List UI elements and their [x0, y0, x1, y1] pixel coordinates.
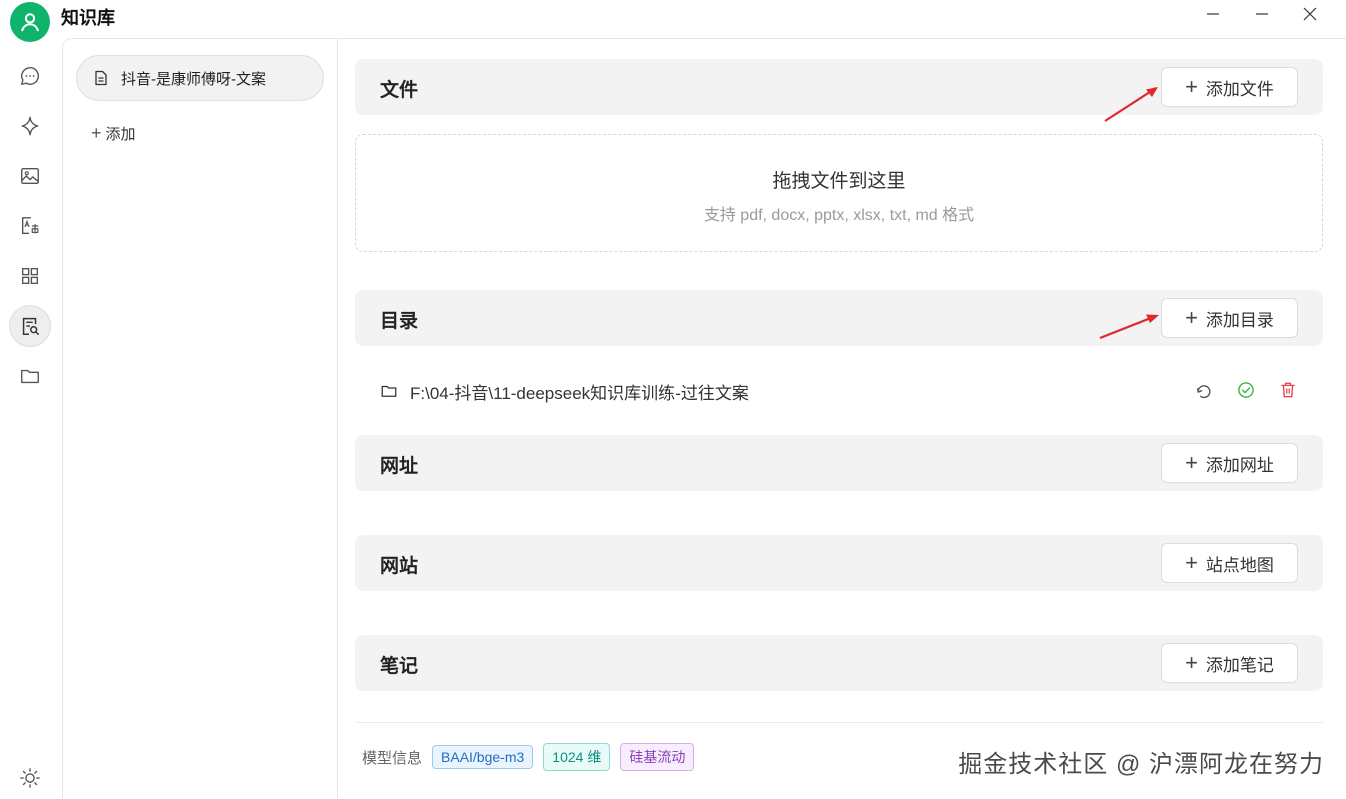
directory-item: F:\04-抖音\11-deepseek知识库训练-过往文案 [380, 376, 1298, 406]
knowledge-base-item[interactable]: 抖音-是康师傅呀-文案 [76, 55, 324, 101]
directory-section-header: 目录 + 添加目录 [355, 290, 1323, 346]
delete-icon[interactable] [1278, 380, 1298, 400]
dropzone-subtitle: 支持 pdf, docx, pptx, xlsx, txt, md 格式 [703, 207, 975, 224]
folder-icon [380, 382, 398, 400]
folder-icon [21, 369, 39, 384]
close-icon [1303, 7, 1317, 21]
sparkle-icon [21, 116, 39, 136]
embedding-model-tag: BAAI/bge-m3 [432, 745, 534, 769]
annotation-arrow [1099, 314, 1159, 340]
close-button[interactable] [1290, 2, 1330, 26]
add-file-label: 添加文件 [1205, 79, 1274, 99]
knowledge-base-detail: 文件 + 添加文件 拖拽文件到这里 支持 pdf, docx, pptx, xl… [338, 38, 1346, 798]
user-icon [21, 13, 39, 32]
add-knowledge-base-label: 添加 [105, 126, 136, 143]
rail-theme-toggle[interactable] [9, 757, 51, 799]
sitemap-button[interactable]: + 站点地图 [1161, 543, 1298, 583]
rail-knowledge[interactable] [9, 305, 51, 347]
rail-chat[interactable] [9, 55, 51, 97]
knowledge-base-label: 抖音-是康师傅呀-文案 [121, 70, 266, 88]
rail-translate[interactable] [9, 205, 51, 247]
add-directory-button[interactable]: + 添加目录 [1161, 298, 1298, 338]
model-info-label: 模型信息 [362, 749, 423, 767]
add-note-button[interactable]: + 添加笔记 [1161, 643, 1298, 683]
rail-files[interactable] [9, 355, 51, 397]
apps-icon [21, 267, 39, 285]
rail-assistant[interactable] [9, 105, 51, 147]
plus-icon: + [1185, 74, 1198, 99]
title-bar: 知识库 [0, 0, 1346, 42]
directory-section-title: 目录 [380, 311, 419, 332]
plus-icon: + [1185, 305, 1198, 330]
rail-apps[interactable] [9, 255, 51, 297]
annotation-arrow [1104, 87, 1158, 122]
website-section-title: 网站 [380, 556, 419, 577]
knowledge-icon [22, 317, 39, 335]
plus-icon: + [1185, 650, 1198, 675]
dropzone-title: 拖拽文件到这里 [772, 171, 906, 192]
watermark: 掘金技术社区 @ 沪漂阿龙在努力 [958, 751, 1324, 778]
add-file-button[interactable]: + 添加文件 [1161, 67, 1298, 107]
files-section-header: 文件 + 添加文件 [355, 59, 1323, 115]
minimize-icon [1256, 13, 1268, 15]
plus-icon: + [91, 123, 102, 143]
url-section-header: 网址 + 添加网址 [355, 435, 1323, 491]
notes-section-header: 笔记 + 添加笔记 [355, 635, 1323, 691]
document-icon [93, 70, 109, 86]
website-section-header: 网站 + 站点地图 [355, 535, 1323, 591]
files-section-title: 文件 [380, 80, 419, 101]
minimize-button[interactable] [1242, 2, 1282, 26]
directory-path: F:\04-抖音\11-deepseek知识库训练-过往文案 [410, 383, 749, 403]
model-info: 模型信息 BAAI/bge-m3 1024 维 硅基流动 [362, 743, 695, 771]
add-directory-label: 添加目录 [1205, 310, 1274, 330]
image-icon [21, 167, 39, 185]
app-title: 知识库 [61, 8, 115, 28]
plus-icon: + [1185, 450, 1198, 475]
add-note-label: 添加笔记 [1205, 655, 1274, 675]
notes-section-title: 笔记 [380, 656, 419, 677]
plus-icon: + [1185, 550, 1198, 575]
minimize-button-2[interactable] [1193, 2, 1233, 26]
provider-tag: 硅基流动 [620, 743, 695, 771]
check-icon [1236, 380, 1256, 400]
add-url-label: 添加网址 [1205, 455, 1274, 475]
rail-image[interactable] [9, 155, 51, 197]
add-knowledge-base-button[interactable]: + 添加 [91, 123, 136, 144]
minimize-line-icon [1207, 13, 1219, 15]
sitemap-label: 站点地图 [1205, 555, 1274, 575]
knowledge-base-list: 抖音-是康师傅呀-文案 + 添加 [62, 38, 338, 798]
theme-icon [20, 768, 40, 788]
file-dropzone[interactable]: 拖拽文件到这里 支持 pdf, docx, pptx, xlsx, txt, m… [355, 134, 1323, 252]
icon-rail [0, 38, 62, 798]
user-avatar[interactable] [10, 2, 50, 42]
chat-icon [21, 67, 39, 85]
translate-icon [21, 217, 39, 235]
add-url-button[interactable]: + 添加网址 [1161, 443, 1298, 483]
directory-actions [1194, 380, 1298, 400]
dimension-tag: 1024 维 [543, 743, 611, 771]
url-section-title: 网址 [380, 456, 419, 477]
refresh-icon[interactable] [1194, 380, 1214, 400]
footer-divider [355, 722, 1323, 723]
